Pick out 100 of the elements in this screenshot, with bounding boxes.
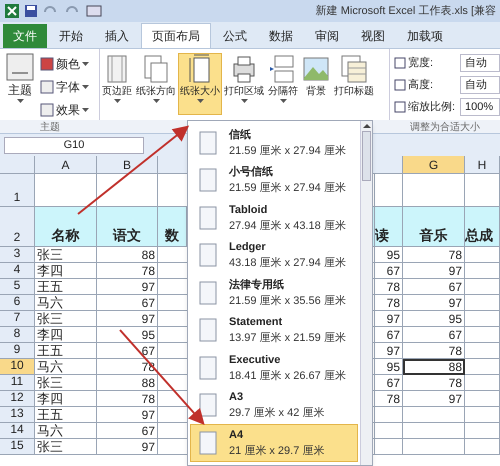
table-cell: 78	[375, 295, 403, 311]
ribbon-tab[interactable]: 页面布局	[141, 23, 211, 48]
column-header[interactable]: A	[35, 156, 97, 174]
row-header[interactable]: 13	[0, 407, 35, 423]
header-cell: 名称	[35, 207, 97, 247]
scrollbar[interactable]	[360, 121, 372, 465]
table-cell: 78	[97, 391, 158, 407]
name-box[interactable]: G10	[4, 136, 144, 154]
paper-size-option[interactable]: Ledger 43.18 厘米 x 27.94 厘米	[190, 236, 358, 274]
ribbon-tab[interactable]: 数据	[259, 24, 303, 48]
row-header[interactable]: 6	[0, 295, 35, 311]
paper-size-option[interactable]: Tabloid 27.94 厘米 x 43.18 厘米	[190, 199, 358, 236]
row-header[interactable]: 4	[0, 263, 35, 279]
page-icon	[199, 243, 217, 268]
caret-icon	[82, 108, 89, 112]
row-header[interactable]: 7	[0, 311, 35, 327]
page-icon	[199, 318, 217, 342]
scroll-up-icon[interactable]	[362, 121, 370, 131]
paper-size-option[interactable]: Statement 13.97 厘米 x 21.59 厘米	[190, 312, 358, 349]
header-cell: 数	[158, 207, 187, 247]
page-setup-button[interactable]: 页边距	[100, 53, 134, 115]
theme-option[interactable]: 颜色	[40, 53, 89, 74]
table-cell: 78	[403, 247, 465, 263]
page-setup-button[interactable]: 分隔符	[266, 53, 300, 115]
paper-size-option[interactable]: 小号信纸 21.59 厘米 x 27.94 厘米	[190, 162, 358, 199]
page-setup-button[interactable]: 背景	[300, 53, 332, 115]
save-icon[interactable]	[24, 4, 38, 18]
row-header[interactable]: 5	[0, 279, 35, 295]
swatch-icon	[40, 80, 54, 94]
table-cell: 67	[97, 423, 158, 439]
paper-size-option[interactable]: Executive 18.41 厘米 x 26.67 厘米	[190, 349, 358, 386]
theme-option[interactable]: 效果	[40, 99, 89, 120]
row-header[interactable]: 9	[0, 343, 35, 359]
paper-size-option[interactable]: A3 29.7 厘米 x 42 厘米	[190, 386, 358, 424]
column-header[interactable]: B	[97, 156, 158, 174]
table-cell: 97	[375, 311, 403, 327]
column-header[interactable]: H	[465, 156, 500, 174]
page-icon	[199, 206, 217, 230]
row-header[interactable]: 10	[0, 359, 35, 375]
table-cell: 78	[403, 375, 465, 391]
table-cell: 97	[97, 311, 158, 327]
table-cell: 王五	[35, 279, 97, 295]
row-header[interactable]: 11	[0, 375, 35, 391]
caret-icon	[152, 99, 160, 103]
theme-button[interactable]: 主题	[4, 53, 36, 120]
scroll-thumb[interactable]	[362, 131, 371, 181]
table-cell: 李四	[35, 263, 97, 279]
ribbon-tab[interactable]: 插入	[95, 24, 139, 48]
ribbon-tab[interactable]: 文件	[3, 24, 47, 48]
scale-field[interactable]: 100%	[460, 98, 500, 116]
table-cell: 马六	[35, 359, 97, 375]
ribbon-tab[interactable]: 审阅	[305, 24, 349, 48]
scale-label: 高度:	[408, 78, 434, 93]
page-setup-button[interactable]: 纸张大小	[178, 53, 222, 115]
scale-field[interactable]: 自动	[460, 76, 500, 94]
paper-size-option[interactable]: A4 21 厘米 x 29.7 厘米	[190, 424, 358, 462]
group-label: 调整为合适大小	[409, 120, 481, 133]
table-cell: 王五	[35, 407, 97, 423]
caret-icon	[114, 99, 120, 103]
column-header[interactable]: G	[403, 156, 465, 174]
page-setup-button[interactable]: 纸张方向	[134, 53, 178, 115]
row-header[interactable]: 3	[0, 247, 35, 263]
caret-icon	[82, 62, 89, 66]
scale-field[interactable]: 自动	[460, 54, 500, 72]
ribbon-tab[interactable]: 开始	[49, 24, 93, 48]
table-cell: 78	[375, 279, 403, 295]
ribbon-tab[interactable]: 加载项	[397, 24, 453, 48]
row-header[interactable]: 8	[0, 327, 35, 343]
swatch-icon	[40, 102, 54, 116]
paper-size-option[interactable]: 法律专用纸 21.59 厘米 x 35.56 厘米	[190, 274, 358, 312]
table-cell: 王五	[35, 343, 97, 359]
toolbar-icon[interactable]	[86, 5, 102, 17]
theme-option[interactable]: 字体	[40, 76, 89, 97]
table-cell: 97	[403, 391, 465, 407]
row-header[interactable]: 14	[0, 423, 35, 439]
row-header[interactable]: 1	[0, 174, 35, 207]
table-cell: 67	[375, 375, 403, 391]
ribbon-tab[interactable]: 公式	[213, 24, 257, 48]
page-setup-button[interactable]: 打印标题	[332, 53, 376, 115]
table-cell: 95	[375, 247, 403, 263]
row-header[interactable]: 2	[0, 207, 35, 247]
scale-label: 宽度:	[408, 56, 434, 71]
page-icon	[199, 168, 217, 192]
table-cell: 李四	[35, 327, 97, 343]
row-header[interactable]: 12	[0, 391, 35, 407]
ribbon-tab[interactable]: 视图	[351, 24, 395, 48]
excel-logo-icon	[4, 3, 20, 19]
table-cell: 95	[403, 311, 465, 327]
caret-icon	[16, 99, 24, 103]
window-title: 新建 Microsoft Excel 工作表.xls [兼容	[316, 4, 496, 19]
table-cell: 97	[97, 407, 158, 423]
table-cell: 张三	[35, 247, 97, 263]
paper-size-option[interactable]: 信纸 21.59 厘米 x 27.94 厘米	[190, 124, 358, 162]
caret-icon	[240, 99, 248, 103]
row-header[interactable]: 15	[0, 439, 35, 455]
table-cell: 张三	[35, 311, 97, 327]
ribbon-icon	[340, 54, 368, 84]
table-cell: 97	[403, 295, 465, 311]
table-cell: 97	[403, 263, 465, 279]
page-setup-button[interactable]: 打印区域	[222, 53, 266, 115]
